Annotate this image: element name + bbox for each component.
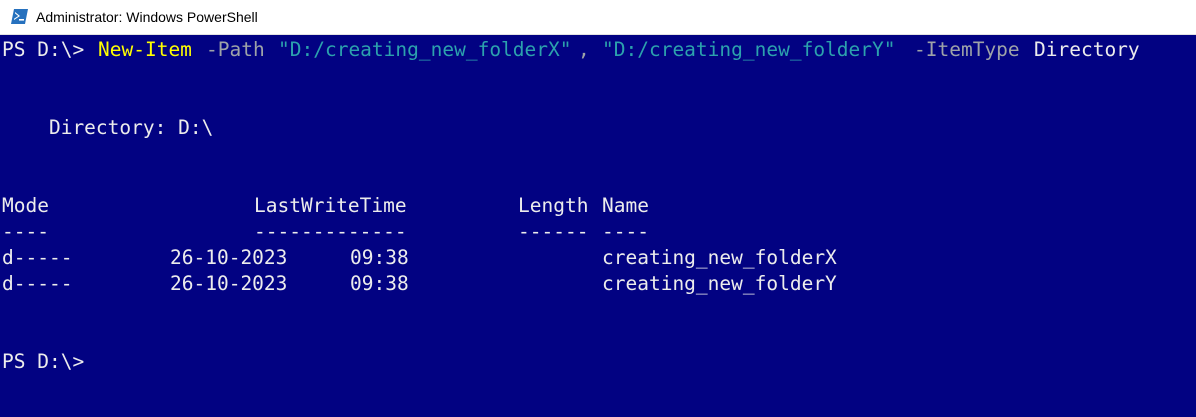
directory-header: Directory: D:\ bbox=[2, 116, 214, 139]
table-row: d----- 26-10-2023 09:38 creating_new_fol… bbox=[2, 246, 1196, 270]
prompt: PS D:\> bbox=[2, 38, 85, 61]
row-mode: d----- bbox=[2, 246, 73, 269]
itemtype-parameter: -ItemType bbox=[914, 38, 1020, 61]
column-header-length: Length bbox=[518, 194, 589, 217]
underline-mode: ---- bbox=[2, 220, 49, 243]
row-date: 26-10-2023 bbox=[170, 272, 288, 295]
powershell-icon bbox=[11, 9, 28, 24]
path-parameter: -Path bbox=[206, 38, 265, 61]
row-name: creating_new_folderX bbox=[602, 246, 837, 269]
console-area[interactable]: PS D:\> New-Item -Path "D:/creating_new_… bbox=[0, 35, 1196, 417]
title-bar[interactable]: Administrator: Windows PowerShell bbox=[0, 0, 1196, 35]
itemtype-value: Directory bbox=[1034, 38, 1140, 61]
final-prompt[interactable]: PS D:\> bbox=[2, 350, 84, 374]
path-value-y: "D:/creating_new_folderY" bbox=[602, 38, 896, 61]
underline-length: ------ bbox=[518, 220, 589, 243]
window-title: Administrator: Windows PowerShell bbox=[36, 9, 258, 25]
underline-name: ---- bbox=[602, 220, 649, 243]
column-header-mode: Mode bbox=[2, 194, 49, 217]
powershell-window: Administrator: Windows PowerShell PS D:\… bbox=[0, 0, 1196, 417]
column-header-name: Name bbox=[602, 194, 649, 217]
underline-lastwritetime: ------------- bbox=[254, 220, 407, 243]
command-line: PS D:\> New-Item -Path "D:/creating_new_… bbox=[2, 38, 1196, 62]
column-header-lastwritetime: LastWriteTime bbox=[254, 194, 407, 217]
table-underline-row: ---- ------------- ------ ---- bbox=[2, 220, 1196, 244]
table-row: d----- 26-10-2023 09:38 creating_new_fol… bbox=[2, 272, 1196, 296]
argument-separator: , bbox=[578, 38, 590, 61]
row-time: 09:38 bbox=[350, 246, 409, 269]
row-name: creating_new_folderY bbox=[602, 272, 837, 295]
row-time: 09:38 bbox=[350, 272, 409, 295]
table-header-row: Mode LastWriteTime Length Name bbox=[2, 194, 1196, 218]
cmdlet-name: New-Item bbox=[98, 38, 192, 61]
row-date: 26-10-2023 bbox=[170, 246, 288, 269]
row-mode: d----- bbox=[2, 272, 73, 295]
path-value-x: "D:/creating_new_folderX" bbox=[278, 38, 572, 61]
